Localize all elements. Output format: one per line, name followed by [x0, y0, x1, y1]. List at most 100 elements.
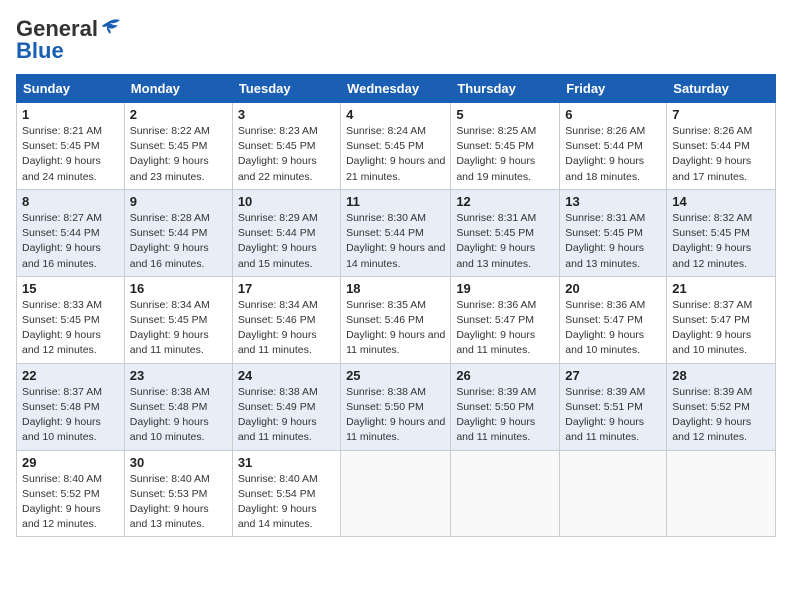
- day-number: 15: [22, 281, 119, 296]
- calendar-week-row: 29 Sunrise: 8:40 AMSunset: 5:52 PMDaylig…: [17, 450, 776, 537]
- day-number: 5: [456, 107, 554, 122]
- day-info: Sunrise: 8:38 AMSunset: 5:50 PMDaylight:…: [346, 386, 445, 444]
- day-info: Sunrise: 8:25 AMSunset: 5:45 PMDaylight:…: [456, 125, 536, 183]
- day-info: Sunrise: 8:37 AMSunset: 5:48 PMDaylight:…: [22, 386, 102, 444]
- col-monday: Monday: [124, 75, 232, 103]
- day-number: 8: [22, 194, 119, 209]
- day-info: Sunrise: 8:31 AMSunset: 5:45 PMDaylight:…: [456, 212, 536, 270]
- logo-bird-icon: [100, 18, 122, 36]
- table-row: 19 Sunrise: 8:36 AMSunset: 5:47 PMDaylig…: [451, 276, 560, 363]
- day-number: 4: [346, 107, 445, 122]
- table-row: 16 Sunrise: 8:34 AMSunset: 5:45 PMDaylig…: [124, 276, 232, 363]
- table-row: 1 Sunrise: 8:21 AMSunset: 5:45 PMDayligh…: [17, 103, 125, 190]
- table-row: 23 Sunrise: 8:38 AMSunset: 5:48 PMDaylig…: [124, 363, 232, 450]
- day-info: Sunrise: 8:35 AMSunset: 5:46 PMDaylight:…: [346, 299, 445, 357]
- table-row: 28 Sunrise: 8:39 AMSunset: 5:52 PMDaylig…: [667, 363, 776, 450]
- col-thursday: Thursday: [451, 75, 560, 103]
- day-number: 1: [22, 107, 119, 122]
- calendar-week-row: 15 Sunrise: 8:33 AMSunset: 5:45 PMDaylig…: [17, 276, 776, 363]
- day-number: 28: [672, 368, 770, 383]
- table-row: 10 Sunrise: 8:29 AMSunset: 5:44 PMDaylig…: [232, 189, 340, 276]
- table-row: 9 Sunrise: 8:28 AMSunset: 5:44 PMDayligh…: [124, 189, 232, 276]
- day-number: 14: [672, 194, 770, 209]
- day-number: 6: [565, 107, 661, 122]
- table-row: 5 Sunrise: 8:25 AMSunset: 5:45 PMDayligh…: [451, 103, 560, 190]
- day-number: 21: [672, 281, 770, 296]
- col-tuesday: Tuesday: [232, 75, 340, 103]
- day-info: Sunrise: 8:26 AMSunset: 5:44 PMDaylight:…: [672, 125, 752, 183]
- day-info: Sunrise: 8:34 AMSunset: 5:45 PMDaylight:…: [130, 299, 210, 357]
- day-info: Sunrise: 8:32 AMSunset: 5:45 PMDaylight:…: [672, 212, 752, 270]
- day-number: 12: [456, 194, 554, 209]
- day-info: Sunrise: 8:21 AMSunset: 5:45 PMDaylight:…: [22, 125, 102, 183]
- calendar-week-row: 8 Sunrise: 8:27 AMSunset: 5:44 PMDayligh…: [17, 189, 776, 276]
- page-header: General Blue: [16, 16, 776, 64]
- calendar-week-row: 1 Sunrise: 8:21 AMSunset: 5:45 PMDayligh…: [17, 103, 776, 190]
- table-row: 26 Sunrise: 8:39 AMSunset: 5:50 PMDaylig…: [451, 363, 560, 450]
- table-row: 31 Sunrise: 8:40 AMSunset: 5:54 PMDaylig…: [232, 450, 340, 537]
- col-saturday: Saturday: [667, 75, 776, 103]
- day-number: 10: [238, 194, 335, 209]
- calendar-week-row: 22 Sunrise: 8:37 AMSunset: 5:48 PMDaylig…: [17, 363, 776, 450]
- day-number: 29: [22, 455, 119, 470]
- table-row: 14 Sunrise: 8:32 AMSunset: 5:45 PMDaylig…: [667, 189, 776, 276]
- day-number: 23: [130, 368, 227, 383]
- day-number: 7: [672, 107, 770, 122]
- day-number: 20: [565, 281, 661, 296]
- day-number: 22: [22, 368, 119, 383]
- day-info: Sunrise: 8:39 AMSunset: 5:51 PMDaylight:…: [565, 386, 645, 444]
- day-info: Sunrise: 8:39 AMSunset: 5:52 PMDaylight:…: [672, 386, 752, 444]
- day-info: Sunrise: 8:23 AMSunset: 5:45 PMDaylight:…: [238, 125, 318, 183]
- day-info: Sunrise: 8:40 AMSunset: 5:52 PMDaylight:…: [22, 473, 102, 531]
- day-info: Sunrise: 8:37 AMSunset: 5:47 PMDaylight:…: [672, 299, 752, 357]
- table-row: [451, 450, 560, 537]
- day-info: Sunrise: 8:31 AMSunset: 5:45 PMDaylight:…: [565, 212, 645, 270]
- table-row: 4 Sunrise: 8:24 AMSunset: 5:45 PMDayligh…: [341, 103, 451, 190]
- day-number: 27: [565, 368, 661, 383]
- day-info: Sunrise: 8:38 AMSunset: 5:48 PMDaylight:…: [130, 386, 210, 444]
- day-info: Sunrise: 8:30 AMSunset: 5:44 PMDaylight:…: [346, 212, 445, 270]
- day-number: 16: [130, 281, 227, 296]
- day-info: Sunrise: 8:28 AMSunset: 5:44 PMDaylight:…: [130, 212, 210, 270]
- day-number: 17: [238, 281, 335, 296]
- table-row: 13 Sunrise: 8:31 AMSunset: 5:45 PMDaylig…: [560, 189, 667, 276]
- day-info: Sunrise: 8:40 AMSunset: 5:53 PMDaylight:…: [130, 473, 210, 531]
- table-row: 22 Sunrise: 8:37 AMSunset: 5:48 PMDaylig…: [17, 363, 125, 450]
- day-number: 25: [346, 368, 445, 383]
- table-row: 21 Sunrise: 8:37 AMSunset: 5:47 PMDaylig…: [667, 276, 776, 363]
- table-row: 25 Sunrise: 8:38 AMSunset: 5:50 PMDaylig…: [341, 363, 451, 450]
- table-row: 3 Sunrise: 8:23 AMSunset: 5:45 PMDayligh…: [232, 103, 340, 190]
- day-info: Sunrise: 8:36 AMSunset: 5:47 PMDaylight:…: [565, 299, 645, 357]
- table-row: 24 Sunrise: 8:38 AMSunset: 5:49 PMDaylig…: [232, 363, 340, 450]
- day-number: 9: [130, 194, 227, 209]
- day-number: 24: [238, 368, 335, 383]
- day-number: 26: [456, 368, 554, 383]
- day-info: Sunrise: 8:39 AMSunset: 5:50 PMDaylight:…: [456, 386, 536, 444]
- day-info: Sunrise: 8:29 AMSunset: 5:44 PMDaylight:…: [238, 212, 318, 270]
- logo: General Blue: [16, 16, 122, 64]
- day-info: Sunrise: 8:22 AMSunset: 5:45 PMDaylight:…: [130, 125, 210, 183]
- table-row: 7 Sunrise: 8:26 AMSunset: 5:44 PMDayligh…: [667, 103, 776, 190]
- table-row: 2 Sunrise: 8:22 AMSunset: 5:45 PMDayligh…: [124, 103, 232, 190]
- table-row: 29 Sunrise: 8:40 AMSunset: 5:52 PMDaylig…: [17, 450, 125, 537]
- day-number: 3: [238, 107, 335, 122]
- table-row: [560, 450, 667, 537]
- day-number: 19: [456, 281, 554, 296]
- table-row: 11 Sunrise: 8:30 AMSunset: 5:44 PMDaylig…: [341, 189, 451, 276]
- day-info: Sunrise: 8:36 AMSunset: 5:47 PMDaylight:…: [456, 299, 536, 357]
- day-info: Sunrise: 8:33 AMSunset: 5:45 PMDaylight:…: [22, 299, 102, 357]
- day-number: 2: [130, 107, 227, 122]
- table-row: 6 Sunrise: 8:26 AMSunset: 5:44 PMDayligh…: [560, 103, 667, 190]
- day-info: Sunrise: 8:27 AMSunset: 5:44 PMDaylight:…: [22, 212, 102, 270]
- day-number: 11: [346, 194, 445, 209]
- day-number: 30: [130, 455, 227, 470]
- table-row: 8 Sunrise: 8:27 AMSunset: 5:44 PMDayligh…: [17, 189, 125, 276]
- table-row: 18 Sunrise: 8:35 AMSunset: 5:46 PMDaylig…: [341, 276, 451, 363]
- day-info: Sunrise: 8:26 AMSunset: 5:44 PMDaylight:…: [565, 125, 645, 183]
- day-info: Sunrise: 8:40 AMSunset: 5:54 PMDaylight:…: [238, 473, 318, 531]
- table-row: [341, 450, 451, 537]
- table-row: 17 Sunrise: 8:34 AMSunset: 5:46 PMDaylig…: [232, 276, 340, 363]
- calendar-table: Sunday Monday Tuesday Wednesday Thursday…: [16, 74, 776, 537]
- day-number: 18: [346, 281, 445, 296]
- table-row: 30 Sunrise: 8:40 AMSunset: 5:53 PMDaylig…: [124, 450, 232, 537]
